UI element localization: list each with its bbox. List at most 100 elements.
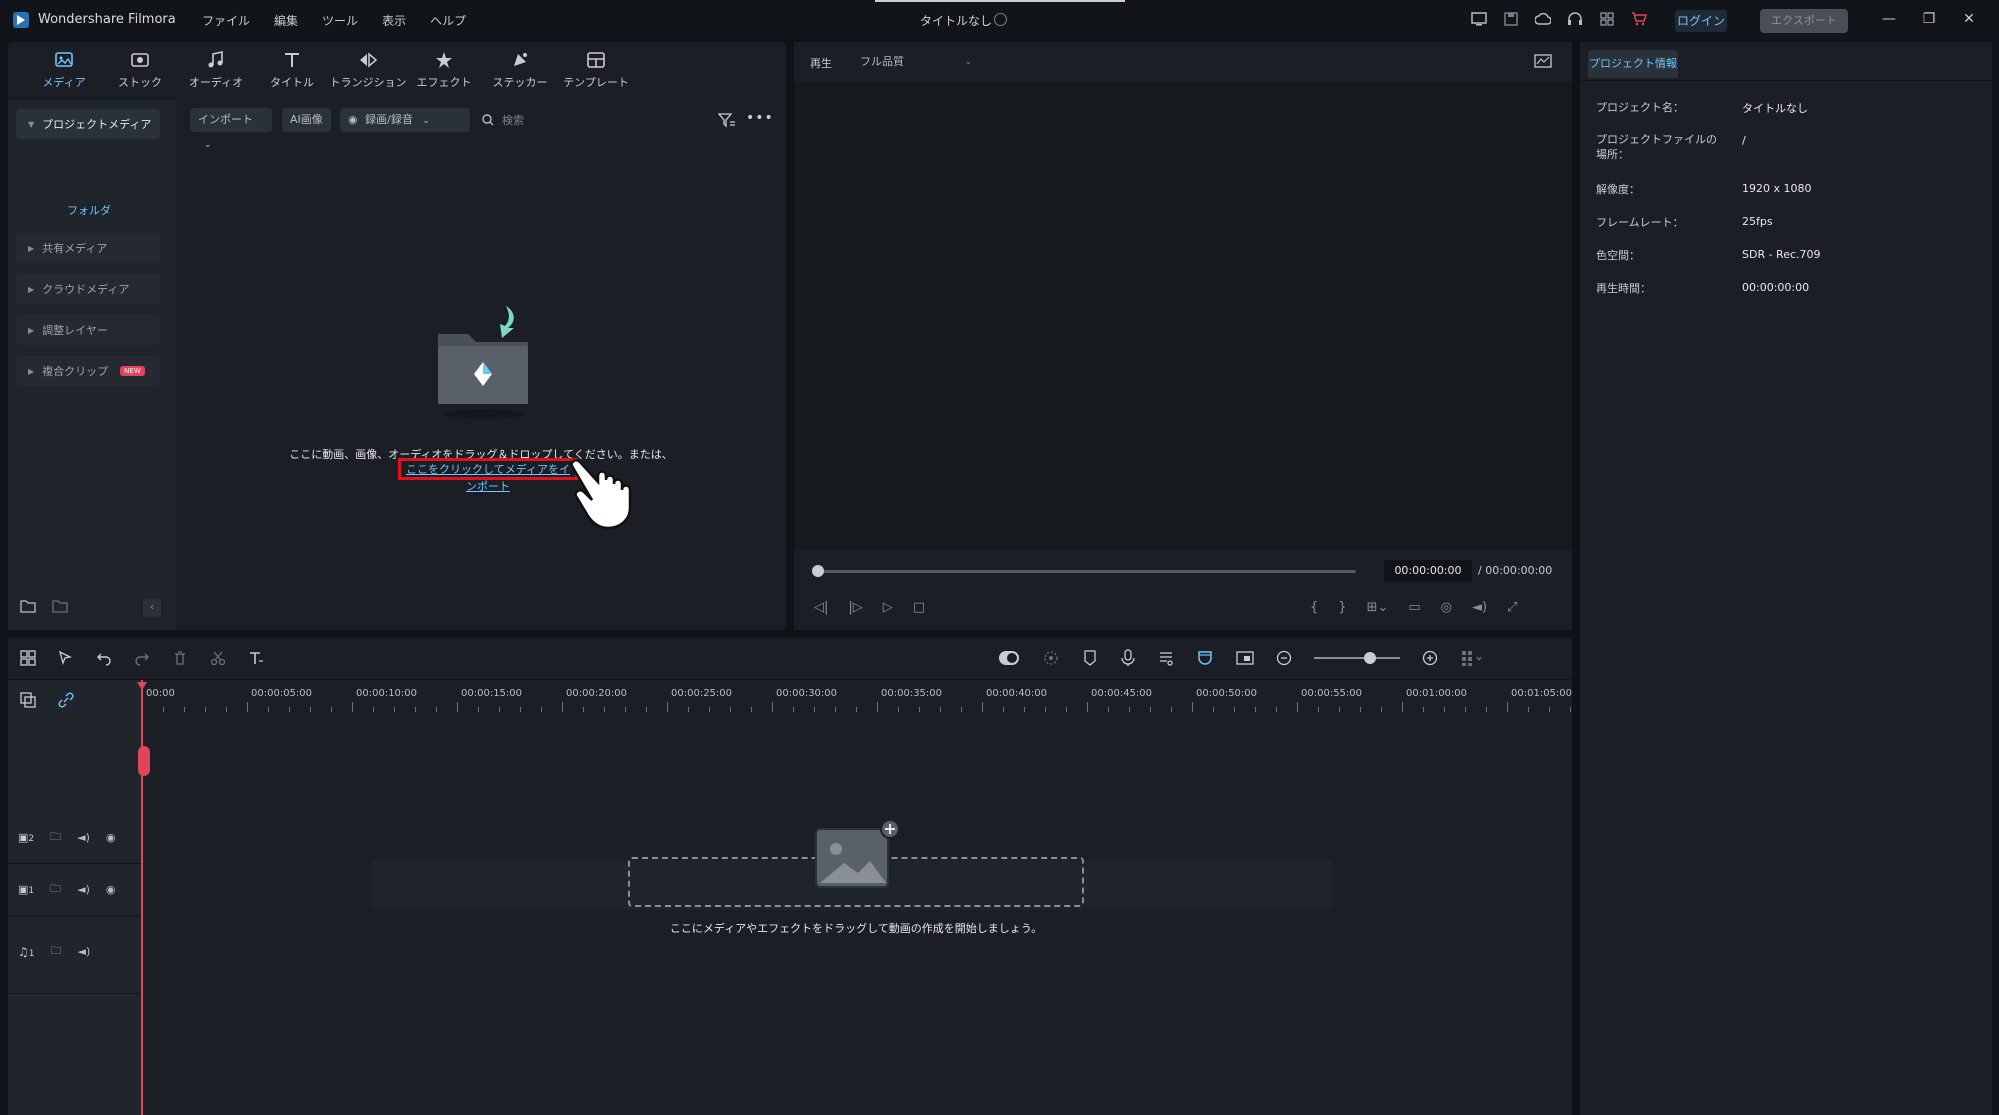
fullscreen-icon[interactable]: ⤢ <box>1507 600 1517 615</box>
sidebar-item-folder[interactable]: フォルダ <box>67 202 111 218</box>
select-tool-icon[interactable] <box>58 650 74 666</box>
delete-icon[interactable] <box>172 650 188 666</box>
grid-view-icon[interactable] <box>1460 649 1484 667</box>
ruler-tick-label: 00:00:50:00 <box>1196 688 1258 699</box>
login-button[interactable]: ログイン <box>1675 10 1727 32</box>
sidebar-item-label: クラウドメディア <box>42 283 130 296</box>
cut-icon[interactable] <box>210 650 226 666</box>
search-placeholder: 検索 <box>502 114 524 127</box>
title-bar-highlight <box>875 0 1125 2</box>
restore-icon[interactable]: ❐ <box>1920 10 1938 28</box>
sidebar-item-cloud-media[interactable]: ▶ クラウドメディア <box>16 274 160 304</box>
speaker-icon[interactable]: ◄) <box>77 883 90 896</box>
folder-lock-icon[interactable]: 🗀 <box>50 880 61 899</box>
playhead-handle[interactable] <box>138 746 150 776</box>
import-label: インポート <box>198 113 253 126</box>
import-media-link[interactable]: ここをクリックしてメディアをインポート <box>398 458 578 493</box>
snapshot-icon[interactable]: ◎ <box>1441 600 1452 615</box>
folder-icon[interactable] <box>52 599 68 613</box>
tab-stock[interactable]: ストック <box>102 42 178 98</box>
tab-template[interactable]: テンプレート <box>558 42 634 98</box>
tab-label: トランジション <box>329 76 407 89</box>
next-frame-icon[interactable]: |▷ <box>848 600 862 615</box>
magnet-snap-icon[interactable] <box>1196 649 1214 667</box>
titlebar-icons <box>1470 10 1648 28</box>
folder-lock-icon[interactable]: 🗀 <box>50 828 61 847</box>
menu-file[interactable]: ファイル <box>190 10 262 31</box>
mark-out-icon[interactable]: } <box>1338 600 1346 615</box>
cloud-upload-icon[interactable] <box>1534 10 1552 28</box>
ai-image-button[interactable]: AI画像 <box>282 108 331 132</box>
ruler-tick-label: 00:01:05:00 <box>1511 688 1573 699</box>
display-icon[interactable]: ▭ <box>1408 600 1420 615</box>
undo-icon[interactable] <box>96 650 112 666</box>
mark-in-icon[interactable]: { <box>1310 600 1318 615</box>
import-button[interactable]: インポート ⌄ <box>190 108 272 150</box>
record-button[interactable]: ◉ 録画/録音 ⌄ <box>340 108 470 132</box>
cart-icon[interactable] <box>1630 10 1648 28</box>
tab-audio[interactable]: オーディオ <box>178 42 254 98</box>
menu-view[interactable]: 表示 <box>370 10 418 31</box>
timeline-ruler[interactable]: 00:00 00:00:05:00 00:00:10:00 00:00:15:00 00… <box>142 688 1572 716</box>
audio-mix-icon[interactable] <box>1158 649 1174 667</box>
eye-icon[interactable]: ◉ <box>106 883 116 896</box>
more-options-icon[interactable]: ••• <box>746 110 774 126</box>
close-icon[interactable]: ✕ <box>1960 10 1978 28</box>
sidebar-item-shared-media[interactable]: ▶ 共有メディア <box>16 233 160 263</box>
zoom-out-icon[interactable] <box>1276 650 1292 666</box>
scope-icon[interactable] <box>1534 54 1552 68</box>
ruler-tick-label: 00:00:15:00 <box>461 688 523 699</box>
zoom-slider-handle[interactable] <box>1364 652 1376 664</box>
quality-select[interactable]: フル品質 ⌄ <box>850 50 980 74</box>
save-icon[interactable] <box>1502 10 1520 28</box>
eye-icon[interactable]: ◉ <box>106 831 116 844</box>
ai-toggle-icon[interactable] <box>998 649 1020 667</box>
new-folder-icon[interactable] <box>20 599 36 613</box>
redo-icon[interactable] <box>134 650 150 666</box>
sidebar-item-compound-clip[interactable]: ▶ 複合クリップ NEW <box>16 356 160 386</box>
minimize-icon[interactable]: — <box>1880 10 1898 28</box>
tab-media[interactable]: メディア <box>26 42 102 98</box>
zoom-in-icon[interactable] <box>1422 650 1438 666</box>
split-view-icon[interactable]: ⊞⌄ <box>1367 600 1389 615</box>
marker-icon[interactable] <box>1082 649 1098 667</box>
collapse-sidebar-button[interactable]: ‹ <box>143 599 161 617</box>
render-icon[interactable] <box>1042 649 1060 667</box>
link-icon[interactable] <box>58 692 74 708</box>
info-key: フレームレート： <box>1596 216 1684 229</box>
menu-tools[interactable]: ツール <box>310 10 370 31</box>
microphone-icon[interactable] <box>1120 649 1136 667</box>
menu-help[interactable]: ヘルプ <box>418 10 478 31</box>
tab-sticker[interactable]: ステッカー <box>482 42 558 98</box>
menu-edit[interactable]: 編集 <box>262 10 310 31</box>
volume-icon[interactable]: ◄) <box>1472 600 1487 615</box>
speaker-icon[interactable]: ◄) <box>78 945 91 958</box>
play-icon[interactable]: ▷ <box>883 600 893 615</box>
export-button[interactable]: エクスポート <box>1760 9 1848 33</box>
tab-project-info[interactable]: プロジェクト情報 <box>1588 50 1678 78</box>
zoom-slider[interactable] <box>1314 652 1400 664</box>
ruler-tick-label: 00:00 <box>146 688 175 699</box>
scrub-bar[interactable] <box>816 570 1356 573</box>
pip-icon[interactable] <box>1236 650 1254 666</box>
ruler-tick-label: 00:00:25:00 <box>671 688 733 699</box>
tab-title[interactable]: タイトル <box>254 42 330 98</box>
folder-lock-icon[interactable]: 🗀 <box>51 942 62 961</box>
sidebar-item-project-media[interactable]: ▼ プロジェクトメディア <box>16 109 160 139</box>
previous-frame-icon[interactable]: ◁| <box>814 600 828 615</box>
grid-apps-icon[interactable] <box>1598 10 1616 28</box>
text-tool-icon[interactable] <box>248 650 264 666</box>
add-track-icon[interactable] <box>20 692 36 708</box>
tab-effect[interactable]: エフェクト <box>406 42 482 98</box>
headset-icon[interactable] <box>1566 10 1584 28</box>
filter-icon[interactable] <box>718 112 736 128</box>
scrub-handle[interactable] <box>812 565 824 577</box>
tab-transition[interactable]: トランジション <box>329 42 407 98</box>
search-input[interactable]: 検索 <box>482 108 524 132</box>
sidebar-bottom-icons <box>20 599 68 613</box>
layout-icon[interactable] <box>20 650 36 666</box>
speaker-icon[interactable]: ◄) <box>77 831 90 844</box>
sidebar-item-adjustment-layer[interactable]: ▶ 調整レイヤー <box>16 315 160 345</box>
screen-icon[interactable] <box>1470 10 1488 28</box>
stop-icon[interactable]: □ <box>913 600 925 615</box>
